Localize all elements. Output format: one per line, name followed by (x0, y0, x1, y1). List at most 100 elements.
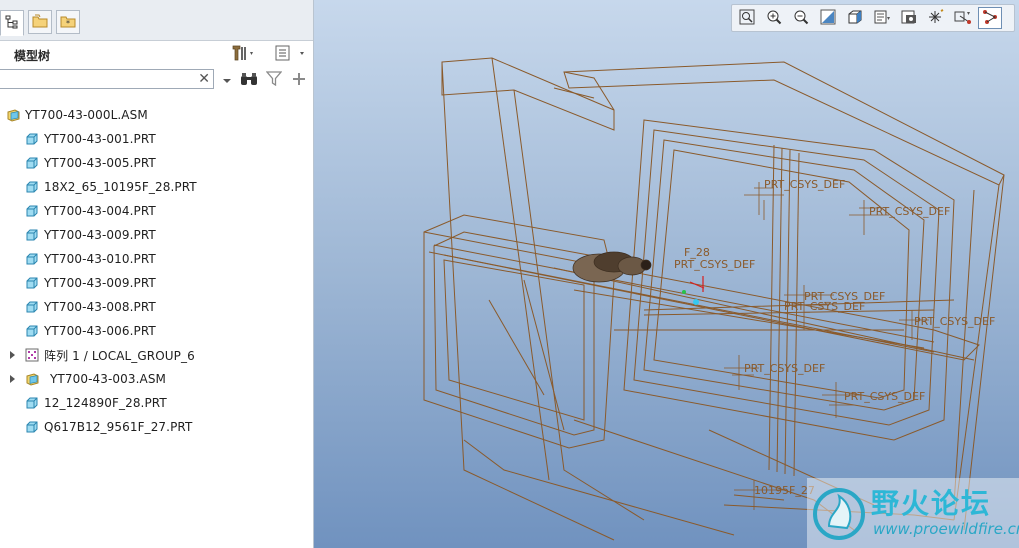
part-icon (25, 204, 39, 218)
binoculars-icon (240, 72, 258, 89)
expand-arrow-icon[interactable] (10, 375, 15, 383)
part-icon (25, 228, 39, 242)
folder-icon (32, 14, 48, 31)
tree-item-label: YT700-43-000L.ASM (25, 108, 148, 122)
tree-item-label: YT700-43-003.ASM (50, 372, 166, 386)
display-style-button[interactable] (843, 7, 867, 29)
clear-search-button[interactable]: ✕ (198, 70, 210, 88)
model-tree-tab[interactable] (0, 10, 24, 36)
tree-item[interactable]: YT700-43-010.PRT (0, 247, 313, 271)
csys-label: PRT_CSYS_DEF (869, 205, 950, 218)
tree-item[interactable]: YT700-43-009.PRT (0, 271, 313, 295)
search-dropdown-button[interactable] (221, 70, 233, 90)
tree-item-label: YT700-43-001.PRT (44, 132, 156, 146)
display-style-icon (847, 9, 863, 28)
csys-label: PRT_CSYS_DEF (784, 300, 865, 313)
annotation-display-button[interactable] (978, 7, 1002, 29)
tree-item[interactable]: 阵列 1 / LOCAL_GROUP_6 (0, 343, 313, 367)
csys-label: PRT_CSYS_DEF (674, 258, 755, 271)
tree-item[interactable]: YT700-43-004.PRT (0, 199, 313, 223)
settings-tools-icon (230, 44, 256, 65)
tree-item-label: Q617B12_9561F_27.PRT (44, 420, 193, 434)
folder-browser-tab[interactable] (28, 10, 52, 34)
tree-item-label: YT700-43-010.PRT (44, 252, 156, 266)
flame-logo-icon (813, 488, 865, 540)
feature-label: 10195F_27 (754, 484, 815, 497)
repaint-button[interactable] (816, 7, 840, 29)
settings-button[interactable] (230, 44, 256, 64)
wireframe-model[interactable]: PRT_CSYS_DEF PRT_CSYS_DEF PRT_CSYS_DEF P… (314, 0, 1019, 548)
datum-display-icon (927, 8, 945, 28)
saved-views-button[interactable] (870, 7, 894, 29)
annotation-display-icon (982, 9, 998, 28)
tree-item[interactable]: YT700-43-008.PRT (0, 295, 313, 319)
part-icon (25, 276, 39, 290)
csys-label: PRT_CSYS_DEF (744, 362, 825, 375)
part-icon (25, 300, 39, 314)
assembly-icon (6, 108, 20, 122)
add-icon (292, 72, 306, 89)
tree-item[interactable]: 12_124890F_28.PRT (0, 391, 313, 415)
zoom-out-button[interactable] (789, 7, 813, 29)
tree-structure-icon (5, 15, 19, 32)
search-box: ✕ (0, 69, 214, 89)
zoom-out-icon (793, 9, 809, 28)
view-manager-button[interactable] (897, 7, 921, 29)
pattern-icon (25, 348, 39, 362)
favorites-tab[interactable]: * (56, 10, 80, 34)
tree-item[interactable]: YT700-43-005.PRT (0, 151, 313, 175)
filter-button[interactable] (264, 70, 284, 90)
tree-search-row: ✕ (0, 68, 313, 92)
refit-icon (739, 9, 755, 28)
spin-center-icon (954, 9, 972, 28)
part-icon (25, 180, 39, 194)
tree-item-label: YT700-43-009.PRT (44, 228, 156, 242)
tree-item[interactable]: 18X2_65_10195F_28.PRT (0, 175, 313, 199)
saved-views-icon (873, 9, 891, 28)
expand-arrow-icon[interactable] (10, 351, 15, 359)
model-tree-header: 模型树 (0, 40, 313, 68)
svg-text:*: * (66, 19, 70, 28)
navigator-tab-strip: * (0, 0, 313, 41)
tree-item-label: YT700-43-004.PRT (44, 204, 156, 218)
view-toolbar (731, 4, 1015, 32)
subassembly-icon (25, 372, 39, 386)
tree-item-label: 阵列 1 / LOCAL_GROUP_6 (44, 348, 195, 363)
tree-item-label: YT700-43-006.PRT (44, 324, 156, 338)
watermark-title: 野火论坛 (871, 487, 992, 520)
tree-item-label: 12_124890F_28.PRT (44, 396, 167, 410)
csys-label: PRT_CSYS_DEF (764, 178, 845, 191)
csys-label: PRT_CSYS_DEF (914, 315, 995, 328)
datum-display-button[interactable] (924, 7, 948, 29)
repaint-icon (820, 9, 836, 28)
tree-item[interactable]: Q617B12_9561F_27.PRT (0, 415, 313, 439)
tree-item[interactable]: YT700-43-000L.ASM (0, 103, 313, 127)
spin-center-button[interactable] (951, 7, 975, 29)
model-tree-panel: * 模型树 ✕ YT700-43-000L.ASM YT700-43-001.P… (0, 0, 314, 548)
part-icon (25, 156, 39, 170)
find-button[interactable] (239, 70, 259, 90)
refit-button[interactable] (735, 7, 759, 29)
part-icon (25, 396, 39, 410)
tree-filters-icon (274, 44, 308, 65)
tree-item-label: YT700-43-005.PRT (44, 156, 156, 170)
tree-item[interactable]: YT700-43-006.PRT (0, 319, 313, 343)
add-column-button[interactable] (290, 70, 308, 90)
zoom-in-button[interactable] (762, 7, 786, 29)
forum-watermark: 野火论坛 www.proewildfire.cn (807, 478, 1019, 548)
model-tree-title: 模型树 (14, 49, 51, 63)
part-icon (25, 132, 39, 146)
view-manager-icon (901, 9, 917, 28)
watermark-url: www.proewildfire.cn (873, 520, 1019, 538)
tree-item[interactable]: YT700-43-009.PRT (0, 223, 313, 247)
search-input[interactable] (3, 71, 193, 87)
tree-item[interactable]: YT700-43-003.ASM (0, 367, 313, 391)
part-icon (25, 252, 39, 266)
tree-item[interactable]: YT700-43-001.PRT (0, 127, 313, 151)
tree-filters-button[interactable] (274, 44, 308, 64)
graphics-viewport[interactable]: PRT_CSYS_DEF PRT_CSYS_DEF PRT_CSYS_DEF P… (314, 0, 1019, 548)
filter-icon (265, 71, 283, 89)
feature-label: F_28 (684, 246, 710, 259)
tree-item-label: 18X2_65_10195F_28.PRT (44, 180, 197, 194)
zoom-in-icon (766, 9, 782, 28)
